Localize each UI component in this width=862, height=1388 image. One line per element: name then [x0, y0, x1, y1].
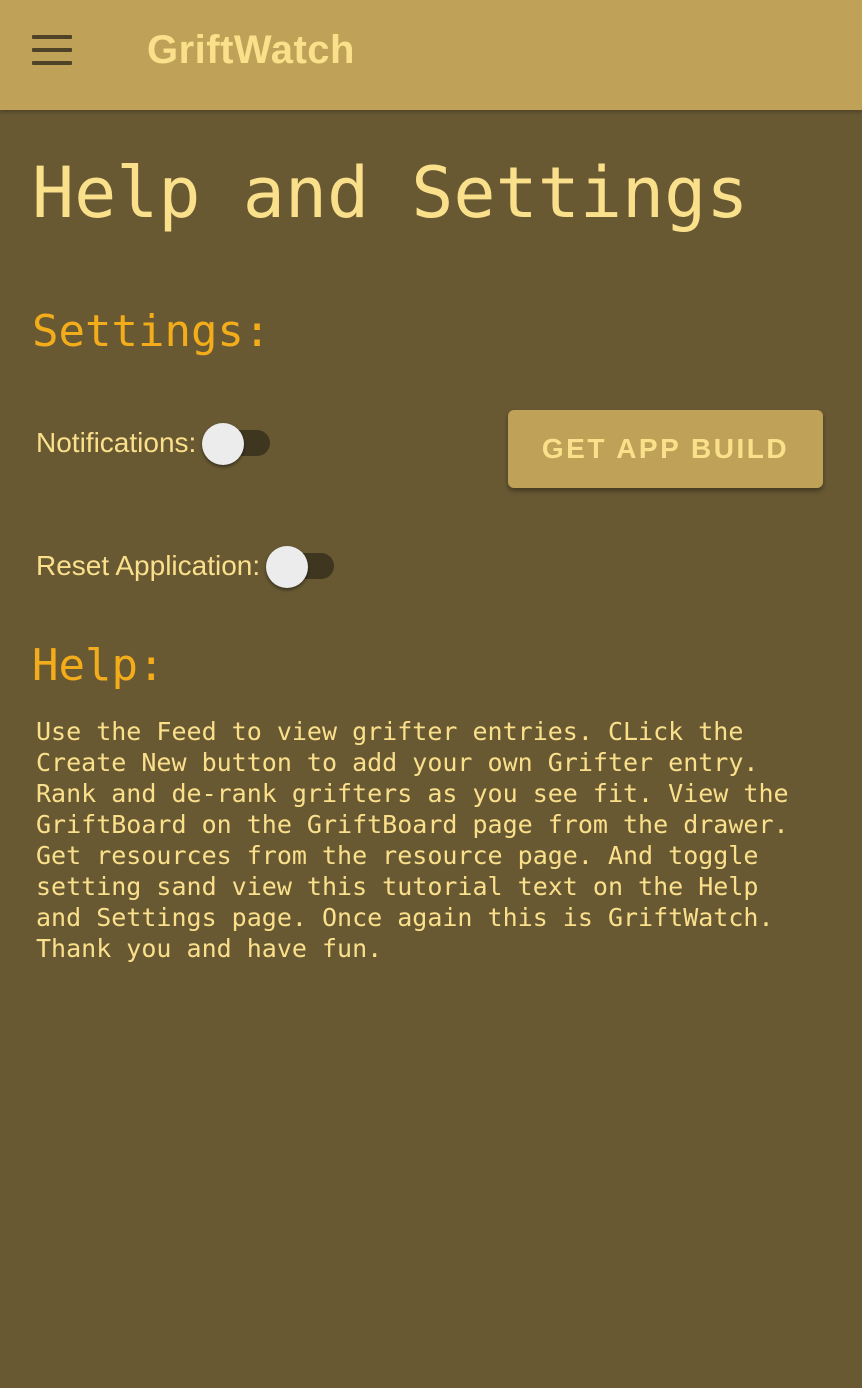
help-text: Use the Feed to view grifter entries. CL… [36, 717, 789, 963]
reset-application-label: Reset Application: [36, 550, 261, 581]
notifications-toggle-thumb [202, 423, 245, 465]
reset-application-toggle-thumb [266, 546, 309, 588]
notifications-toggle[interactable] [202, 421, 274, 465]
help-heading: Help: [32, 640, 165, 691]
notifications-label: Notifications: [36, 427, 197, 458]
reset-application-setting: Reset Application: [36, 541, 338, 591]
reset-application-toggle[interactable] [266, 544, 338, 588]
hamburger-menu-icon[interactable] [30, 35, 74, 65]
get-app-build-button[interactable]: GET APP BUILD [508, 410, 823, 488]
settings-heading: Settings: [32, 306, 271, 357]
notifications-setting: Notifications: [36, 418, 274, 468]
page-title: Help and Settings [32, 152, 749, 234]
app-title: GriftWatch [147, 28, 355, 72]
app-bar: GriftWatch [0, 0, 862, 110]
